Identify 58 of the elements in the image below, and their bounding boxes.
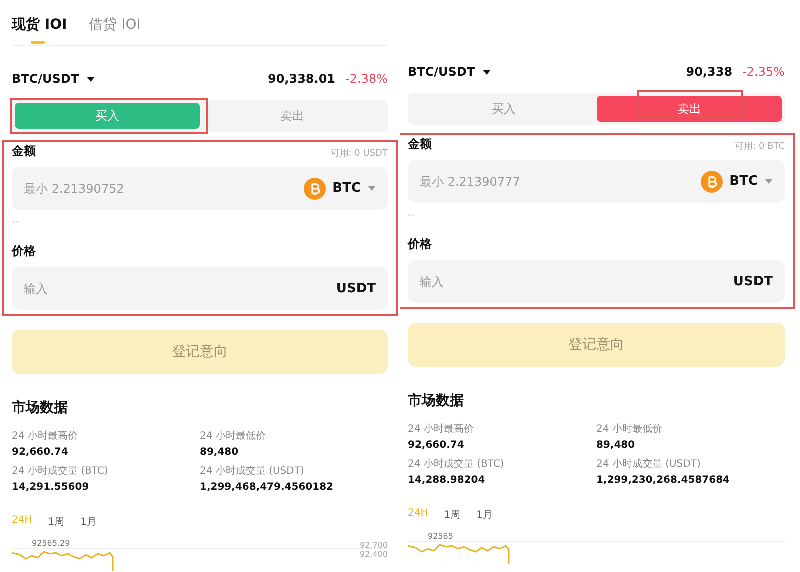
stat-label: 24 小时成交量 (USDT) [200,464,306,478]
price-text: 90,338.01 [268,72,336,86]
period-tab[interactable]: 1周 [48,515,65,529]
stat-value: 1,299,230,268.4587684 [596,475,731,486]
stat-label: 24 小时成交量 (USDT) [596,458,702,471]
stat-value: 92,660.74 [12,447,70,458]
buy-tab[interactable]: 买入 [411,96,596,122]
available-text: 可用: 0 BTC [735,141,785,153]
field-label: 金额 [12,143,36,160]
axis-label: 92,400 [360,550,388,559]
caret-icon [483,70,492,74]
coin-icon [304,178,326,200]
stat-value: 89,480 [596,440,636,451]
stat-label: 24 小时最高价 [408,422,475,436]
pair-selector[interactable]: BTC/USDT [12,72,96,86]
caret-icon [368,186,376,191]
field-label: 金额 [408,136,432,153]
stat-value: 14,288.98204 [408,475,486,486]
currency-text: BTC [730,174,758,189]
stat-value: 14,291.55609 [12,482,90,493]
period-tab[interactable]: 1月 [80,515,97,529]
chart-label: 92565.29 [32,539,70,548]
section-title: 市场数据 [12,399,69,417]
sell-tab[interactable]: 卖出 [200,103,385,129]
period-tab[interactable]: 1周 [444,508,461,522]
chart-label: 92565 [428,532,454,541]
stat-value: 89,480 [200,447,240,458]
buy-tab[interactable]: 买入 [15,103,200,129]
stat-label: 24 小时最低价 [200,430,267,443]
stat-label: 24 小时成交量 (BTC) [408,458,506,471]
currency-text: USDT [733,274,773,289]
estimate-text: -- [408,210,416,223]
coin-icon [700,170,723,192]
stat-value: 92,660.74 [408,440,466,451]
stat-label: 24 小时成交量 (BTC) [12,464,110,478]
tab[interactable]: 借贷 IOI [89,10,141,44]
field-label: 价格 [12,243,37,260]
stat-label: 24 小时最低价 [596,422,664,436]
price-text: 90,338 [686,65,733,79]
sell-tab[interactable]: 卖出 [596,96,782,122]
field-label: 价格 [408,236,433,253]
section-title: 市场数据 [408,392,465,410]
currency-text: BTC [332,181,361,196]
caret-icon [765,179,773,184]
period-tab[interactable]: 1月 [476,508,493,522]
stat-label: 24 小时最高价 [12,430,79,443]
period-tab[interactable]: 24H [12,515,32,529]
available-text: 可用: 0 USDT [330,148,388,160]
axis-label: 92,700 [360,541,388,550]
tab[interactable]: 现货 IOI [12,10,68,44]
change-text: -2.38% [346,72,388,86]
pair-selector[interactable]: BTC/USDT [408,65,492,79]
caret-icon [87,76,96,82]
change-text: -2.35% [742,65,785,79]
currency-text: USDT [336,281,376,296]
period-tab[interactable]: 24H [408,508,428,522]
stat-value: 1,299,468,479.4560182 [200,482,334,493]
estimate-text: -- [12,217,20,230]
